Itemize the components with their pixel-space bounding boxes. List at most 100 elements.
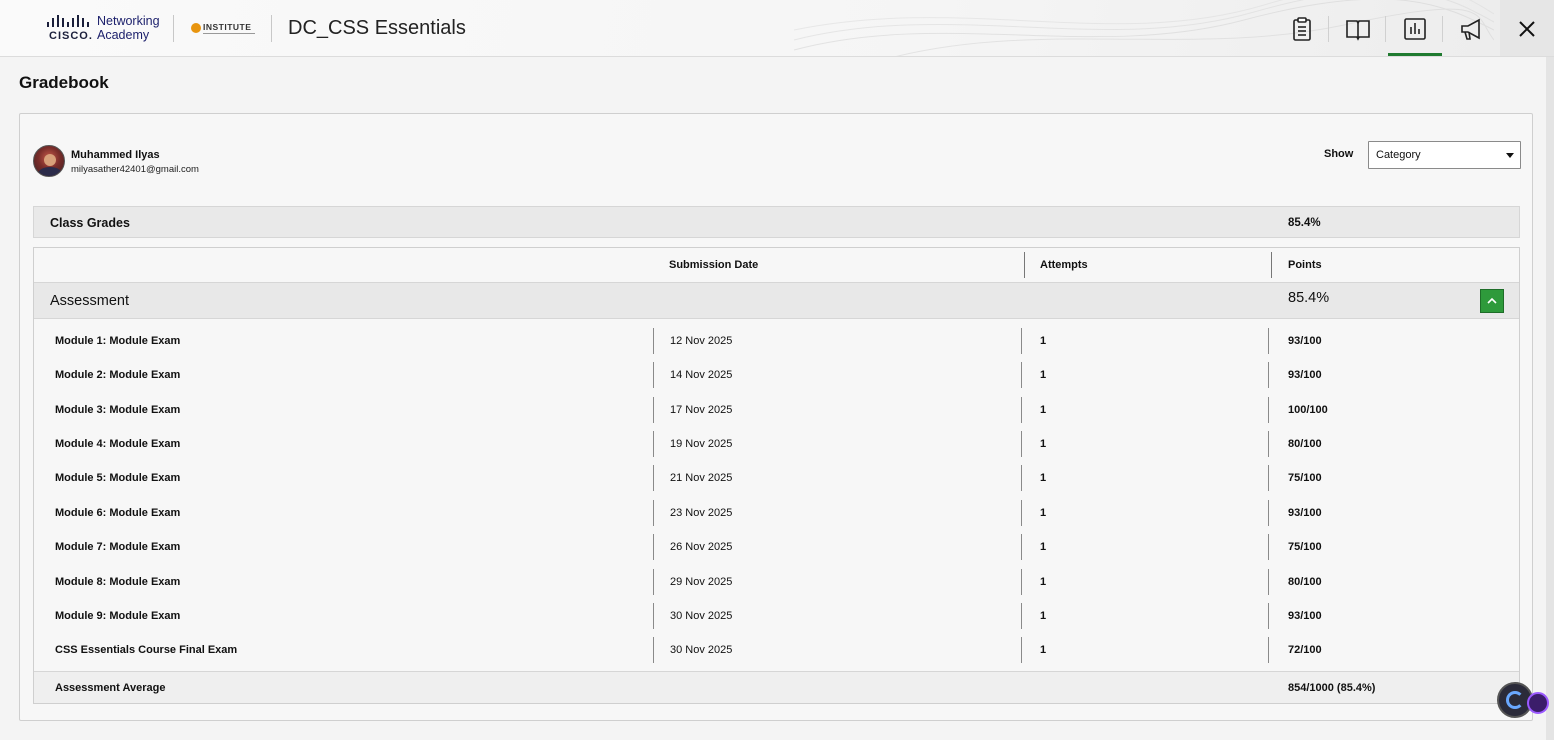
table-row[interactable]: Module 6: Module Exam 23 Nov 2025 1 93/1… [34, 498, 1519, 528]
class-grades-value: 85.4% [1288, 217, 1321, 229]
avatar[interactable] [33, 145, 65, 177]
row-points: 75/100 [1288, 472, 1322, 484]
collapse-button[interactable] [1480, 289, 1504, 313]
close-button[interactable] [1500, 0, 1554, 56]
row-date: 12 Nov 2025 [670, 335, 733, 347]
page-title: Gradebook [19, 73, 109, 92]
avatar-shoulder [38, 167, 62, 176]
category-value: 85.4% [1288, 290, 1330, 306]
user-name: Muhammed Ilyas [71, 149, 160, 161]
icon-separator [1385, 16, 1386, 42]
gradebook-icon[interactable] [1400, 14, 1430, 44]
row-name: Module 7: Module Exam [55, 541, 181, 553]
close-icon [1519, 20, 1535, 37]
cisco-networking-academy-logo[interactable]: CISCO. Networking Academy [46, 13, 164, 45]
row-date: 14 Nov 2025 [670, 369, 733, 381]
institute-wordmark: INSTITUTE [203, 22, 252, 32]
book-icon[interactable] [1343, 14, 1373, 44]
table-row[interactable]: Module 4: Module Exam 19 Nov 2025 1 80/1… [34, 429, 1519, 459]
row-name: Module 6: Module Exam [55, 507, 181, 519]
cell-divider [653, 569, 654, 595]
header-submission-date: Submission Date [669, 259, 759, 271]
cell-divider [1021, 500, 1022, 526]
cell-divider [1268, 362, 1269, 388]
scrollbar[interactable] [1546, 57, 1554, 740]
column-divider [1024, 252, 1025, 278]
cell-divider [1021, 431, 1022, 457]
cell-divider [1268, 569, 1269, 595]
row-points: 93/100 [1288, 610, 1322, 622]
extension-badge-icon[interactable] [1527, 692, 1549, 714]
cell-divider [1268, 500, 1269, 526]
table-row[interactable]: Module 7: Module Exam 26 Nov 2025 1 75/1… [34, 532, 1519, 562]
cell-divider [653, 603, 654, 629]
cell-divider [1268, 465, 1269, 491]
table-row[interactable]: CSS Essentials Course Final Exam 30 Nov … [34, 635, 1519, 665]
cell-divider [1021, 534, 1022, 560]
grades-table: Submission Date Attempts Points Assessme… [33, 247, 1520, 704]
cisco-wordmark: CISCO. [49, 30, 93, 42]
cell-divider [653, 500, 654, 526]
header-attempts: Attempts [1040, 259, 1088, 271]
table-row[interactable]: Module 2: Module Exam 14 Nov 2025 1 93/1… [34, 360, 1519, 390]
header-points: Points [1288, 259, 1322, 271]
cell-divider [653, 431, 654, 457]
row-attempts: 1 [1040, 644, 1047, 656]
cell-divider [1021, 569, 1022, 595]
icon-separator [1442, 16, 1443, 42]
column-divider [1271, 252, 1272, 278]
show-category-select[interactable]: Category [1368, 141, 1521, 169]
row-attempts: 1 [1040, 404, 1047, 416]
cell-divider [1021, 397, 1022, 423]
table-row[interactable]: Module 8: Module Exam 29 Nov 2025 1 80/1… [34, 567, 1519, 597]
class-grades-label: Class Grades [50, 216, 130, 230]
cell-divider [1268, 328, 1269, 354]
cell-divider [1268, 637, 1269, 663]
course-title: DC_CSS Essentials [288, 17, 466, 39]
chevron-down-icon [1506, 153, 1514, 158]
assessment-average-row: Assessment Average 854/1000 (85.4%) [34, 671, 1519, 703]
icon-separator [1328, 16, 1329, 42]
cisco-bars-icon [47, 15, 89, 27]
table-row[interactable]: Module 5: Module Exam 21 Nov 2025 1 75/1… [34, 463, 1519, 493]
row-attempts: 1 [1040, 541, 1047, 553]
cell-divider [653, 465, 654, 491]
table-row[interactable]: Module 1: Module Exam 12 Nov 2025 1 93/1… [34, 326, 1519, 356]
brand-sub-line1: Networking [97, 14, 160, 28]
cell-divider [653, 362, 654, 388]
row-points: 93/100 [1288, 335, 1322, 347]
cell-divider [653, 534, 654, 560]
megaphone-icon[interactable] [1456, 14, 1486, 44]
row-name: Module 8: Module Exam [55, 576, 181, 588]
table-row[interactable]: Module 9: Module Exam 30 Nov 2025 1 93/1… [34, 601, 1519, 631]
header-divider [173, 15, 174, 42]
cell-divider [653, 637, 654, 663]
row-name: Module 3: Module Exam [55, 404, 181, 416]
row-name: Module 9: Module Exam [55, 610, 181, 622]
row-name: Module 1: Module Exam [55, 335, 181, 347]
row-points: 93/100 [1288, 369, 1322, 381]
header-wave-decoration [794, 0, 1494, 56]
brand-sub-line2: Academy [97, 28, 150, 42]
row-points: 72/100 [1288, 644, 1322, 656]
row-attempts: 1 [1040, 576, 1047, 588]
user-email: milyasather42401@gmail.com [71, 164, 199, 175]
row-date: 19 Nov 2025 [670, 438, 733, 450]
networking-academy-text: Networking Academy [97, 14, 160, 42]
institute-logo: INSTITUTE [191, 22, 257, 36]
assignments-icon[interactable] [1287, 14, 1317, 44]
row-attempts: 1 [1040, 438, 1047, 450]
table-row[interactable]: Module 3: Module Exam 17 Nov 2025 1 100/… [34, 395, 1519, 425]
cell-divider [1021, 328, 1022, 354]
top-header: CISCO. Networking Academy INSTITUTE DC_C… [0, 0, 1554, 57]
row-date: 21 Nov 2025 [670, 472, 733, 484]
row-date: 30 Nov 2025 [670, 610, 733, 622]
row-attempts: 1 [1040, 369, 1047, 381]
assistant-logo-icon [1506, 691, 1524, 709]
avatar-face [44, 154, 56, 166]
row-attempts: 1 [1040, 472, 1047, 484]
show-label: Show [1324, 148, 1354, 160]
class-grades-bar: Class Grades 85.4% [33, 206, 1520, 238]
row-date: 23 Nov 2025 [670, 507, 733, 519]
assessment-average-value: 854/1000 (85.4%) [1288, 682, 1376, 694]
